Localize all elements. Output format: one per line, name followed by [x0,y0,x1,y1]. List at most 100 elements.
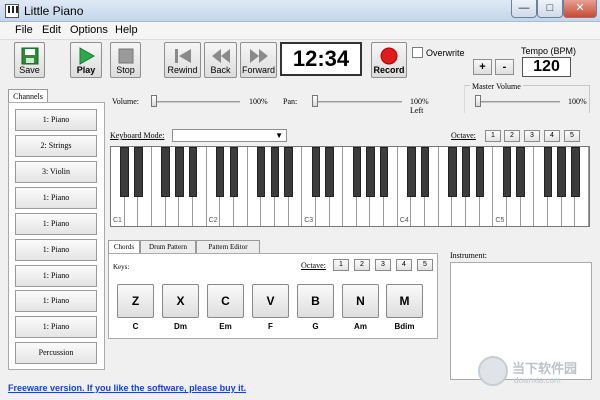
record-icon [380,47,398,65]
menu-help[interactable]: Help [115,24,138,36]
channel-button[interactable]: 1: Piano [15,239,97,261]
chord-key-b[interactable]: B [297,284,334,318]
octave-button-5[interactable]: 5 [564,130,580,142]
rewind-label: Rewind [167,65,198,75]
black-key[interactable] [120,147,129,197]
channel-button[interactable]: 3: Violin [15,161,97,183]
rewind-icon [211,49,230,63]
maximize-button[interactable]: □ [537,0,563,18]
black-key[interactable] [475,147,484,197]
pan-slider-track[interactable] [312,101,402,103]
tab-drum-pattern[interactable]: Drum Pattern [140,240,196,253]
black-key[interactable] [420,147,430,197]
black-key[interactable] [175,147,184,197]
channel-button[interactable]: 1: Piano [15,213,97,235]
master-volume-track[interactable] [476,101,560,103]
record-label: Record [373,65,405,75]
save-button[interactable]: Save [14,42,45,78]
black-key[interactable] [543,147,553,197]
chord-key-m[interactable]: M [386,284,423,318]
forward-button[interactable]: Forward [240,42,277,78]
black-key[interactable] [407,147,416,197]
tab-pattern-editor[interactable]: Pattern Editor [196,240,260,253]
chord-key-x[interactable]: X [162,284,199,318]
percussion-button[interactable]: Percussion [15,342,97,364]
fast-forward-icon [249,49,268,63]
back-button[interactable]: Back [204,42,237,78]
minimize-button[interactable]: — [511,0,537,18]
piano-keyboard[interactable]: C1 C2 C3 C4 C5 [110,146,590,227]
play-button[interactable]: Play [70,42,102,78]
black-key[interactable] [461,147,471,197]
octave-button-3[interactable]: 3 [524,130,540,142]
octave-button-4[interactable]: 4 [544,130,560,142]
keys-label: Keys: [113,263,130,271]
octave-button-2[interactable]: 2 [504,130,520,142]
chevron-down-icon: ▼ [275,131,283,140]
stop-button[interactable]: Stop [110,42,141,78]
tempo-decrease-button[interactable]: - [495,59,514,75]
pan-slider-thumb[interactable] [312,95,318,107]
master-volume-thumb[interactable] [475,95,481,107]
black-key[interactable] [379,147,389,197]
overwrite-option[interactable]: Overwrite [412,47,465,58]
black-key[interactable] [516,147,525,197]
black-key[interactable] [448,147,457,197]
chord-key-v[interactable]: V [252,284,289,318]
chords-octave-button-2[interactable]: 2 [354,259,370,271]
black-key[interactable] [188,147,198,197]
channel-button[interactable]: 1: Piano [15,265,97,287]
chords-octave-button-1[interactable]: 1 [333,259,349,271]
chords-octave-button-5[interactable]: 5 [417,259,433,271]
freeware-notice-link[interactable]: Freeware version. If you like the softwa… [8,383,246,393]
status-bar: Freeware version. If you like the softwa… [0,378,448,400]
tab-chords[interactable]: Chords [108,240,140,254]
chords-octave-button-3[interactable]: 3 [375,259,391,271]
menu-edit[interactable]: Edit [42,24,61,36]
tempo-value[interactable]: 120 [522,57,571,77]
menu-file[interactable]: File [15,24,33,36]
keyboard-mode-select[interactable]: ▼ [172,129,287,142]
chord-key-z[interactable]: Z [117,284,154,318]
channel-button[interactable]: 1: Piano [15,109,97,131]
black-key[interactable] [229,147,239,197]
volume-slider-thumb[interactable] [151,95,157,107]
black-key[interactable] [216,147,225,197]
channel-button[interactable]: 1: Piano [15,187,97,209]
chord-key-n[interactable]: N [342,284,379,318]
record-button[interactable]: Record [371,42,407,78]
overwrite-checkbox[interactable] [412,47,423,58]
octave-c-label: C1 [113,217,122,224]
channel-button[interactable]: 1: Piano [15,316,97,338]
black-key[interactable] [557,147,566,197]
play-icon [79,47,95,65]
play-label: Play [76,65,96,75]
black-key[interactable] [311,147,321,197]
tempo-increase-button[interactable]: + [473,59,492,75]
chords-panel: Keys: Octave: 1 2 3 4 5 Z X C V B N M C … [108,253,438,339]
channels-tab[interactable]: Channels [8,89,48,103]
rewind-button[interactable]: Rewind [164,42,201,78]
black-key[interactable] [270,147,280,197]
black-key[interactable] [256,147,266,197]
black-key[interactable] [134,147,143,197]
pan-value: 100% [410,97,429,106]
window-title: Little Piano [24,4,84,18]
close-button[interactable]: ✕ [563,0,597,18]
chords-octave-button-4[interactable]: 4 [396,259,412,271]
black-key[interactable] [161,147,170,197]
channel-button[interactable]: 1: Piano [15,290,97,312]
volume-slider-track[interactable] [152,101,240,103]
black-key[interactable] [325,147,334,197]
menu-options[interactable]: Options [70,24,108,36]
octave-button-1[interactable]: 1 [485,130,501,142]
black-key[interactable] [571,147,580,197]
octave-c-label: C2 [208,217,218,224]
chord-key-c[interactable]: C [207,284,244,318]
channel-button[interactable]: 2: Strings [15,135,97,157]
black-key[interactable] [502,147,512,197]
chord-name: F [268,322,273,331]
black-key[interactable] [352,147,362,197]
black-key[interactable] [284,147,293,197]
black-key[interactable] [366,147,375,197]
